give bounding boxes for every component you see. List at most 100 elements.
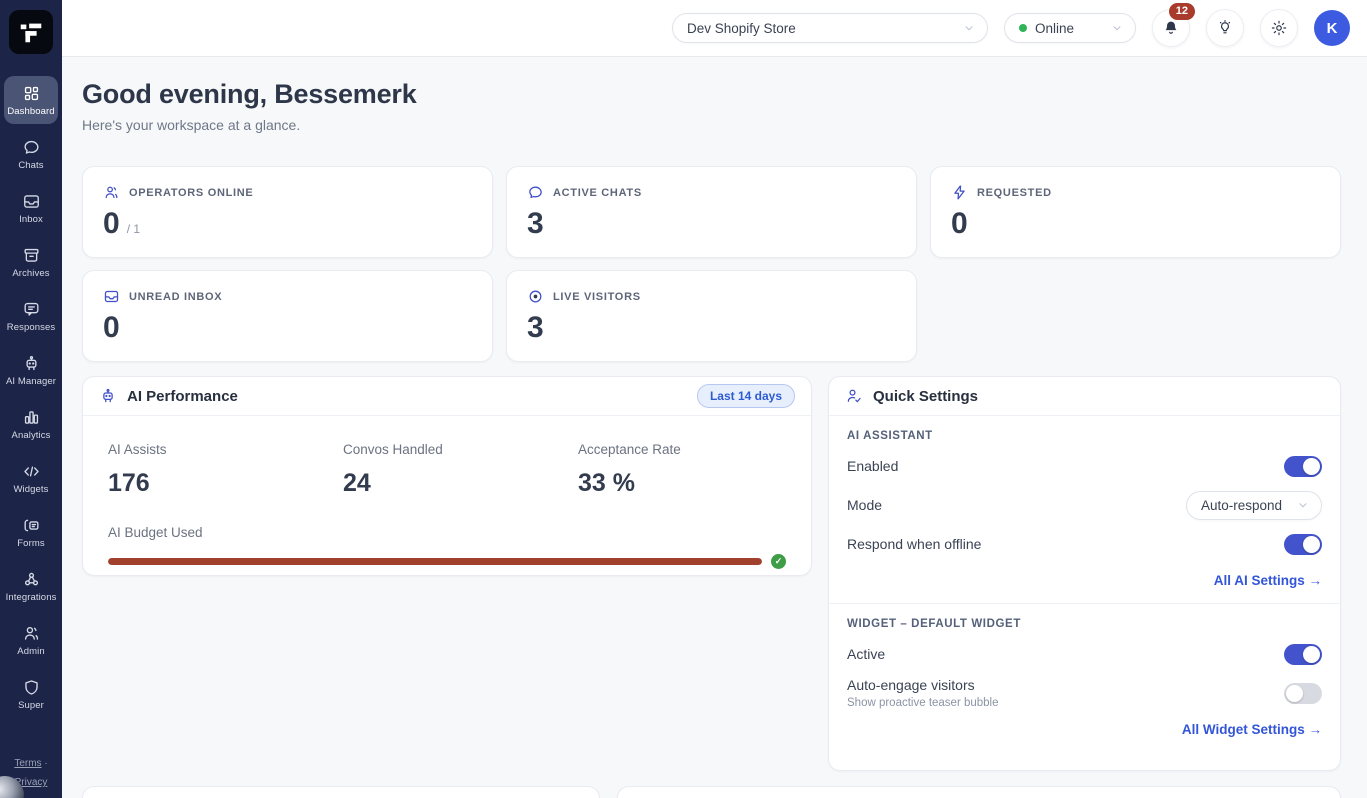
sidebar-item-admin[interactable]: Admin: [4, 616, 58, 664]
lightning-icon: [951, 184, 968, 201]
live-eye-icon: [527, 288, 544, 305]
archive-icon: [22, 246, 41, 265]
mode-select[interactable]: Auto-respond: [1186, 491, 1322, 520]
sidebar-nav: Dashboard Chats Inbox Archives Responses…: [0, 76, 62, 724]
section-divider: [829, 603, 1340, 604]
sidebar-item-inbox[interactable]: Inbox: [4, 184, 58, 232]
stat-card-live-visitors: LIVE VISITORS 3: [506, 270, 917, 362]
metric-label: Convos Handled: [343, 442, 578, 457]
metric-value: 33 %: [578, 469, 786, 498]
sidebar-item-label: Super: [18, 700, 44, 711]
sidebar-item-analytics[interactable]: Analytics: [4, 400, 58, 448]
ai-performance-panel: AI Performance Last 14 days AI Assists 1…: [82, 376, 812, 576]
form-field-icon: [22, 516, 41, 535]
user-avatar[interactable]: K: [1314, 10, 1350, 46]
setting-sublabel: Show proactive teaser bubble: [847, 697, 999, 709]
metric-value: 24: [343, 469, 578, 498]
sidebar-item-forms[interactable]: Forms: [4, 508, 58, 556]
bell-icon: [1162, 19, 1180, 37]
sidebar-item-chats[interactable]: Chats: [4, 130, 58, 178]
chat-bubble-icon: [527, 184, 544, 201]
sidebar-item-label: Integrations: [6, 592, 57, 603]
bottom-row: Team View Team Recent Conversations View…: [82, 786, 1341, 798]
sidebar-item-responses[interactable]: Responses: [4, 292, 58, 340]
stat-suffix: / 1: [127, 222, 140, 236]
sidebar-item-archives[interactable]: Archives: [4, 238, 58, 286]
stat-label: OPERATORS ONLINE: [129, 187, 253, 199]
setting-label: Active: [847, 646, 885, 662]
all-ai-settings-link[interactable]: All AI Settings →: [1214, 573, 1322, 588]
sidebar-item-integrations[interactable]: Integrations: [4, 562, 58, 610]
stat-value: 0: [103, 209, 120, 239]
quick-settings-panel: Quick Settings AI ASSISTANT Enabled Mode…: [828, 376, 1341, 771]
integrations-icon: [22, 570, 41, 589]
stat-value: 3: [527, 209, 544, 239]
app-logo[interactable]: [9, 10, 53, 54]
sidebar-item-dashboard[interactable]: Dashboard: [4, 76, 58, 124]
terms-link[interactable]: Terms: [14, 758, 41, 769]
budget-progress-fill: [108, 558, 762, 565]
online-dot-icon: [1019, 24, 1027, 32]
team-panel: Team View Team: [82, 786, 600, 798]
inbox-icon: [22, 192, 41, 211]
stat-card-operators-online: OPERATORS ONLINE 0 / 1: [82, 166, 493, 258]
widget-active-toggle[interactable]: [1284, 644, 1322, 665]
metric-label: AI Assists: [108, 442, 343, 457]
sidebar-item-super[interactable]: Super: [4, 670, 58, 718]
store-selector-value: Dev Shopify Store: [687, 21, 963, 36]
stat-value: 0: [103, 313, 120, 343]
setting-row-mode: Mode Auto-respond: [847, 487, 1322, 523]
chevron-down-icon: [1297, 499, 1309, 511]
budget-label: AI Budget Used: [108, 525, 786, 540]
tips-button[interactable]: [1206, 9, 1244, 47]
setting-label: Mode: [847, 497, 882, 513]
sidebar-item-label: Widgets: [13, 484, 48, 495]
setting-label: Respond when offline: [847, 536, 981, 552]
section-heading-ai-assistant: AI ASSISTANT: [847, 430, 1322, 442]
responses-icon: [22, 300, 41, 319]
settings-button[interactable]: [1260, 9, 1298, 47]
recent-conversations-panel: Recent Conversations View All: [617, 786, 1341, 798]
sidebar-item-label: Forms: [17, 538, 44, 549]
notification-badge: 12: [1169, 3, 1195, 20]
robot-icon: [99, 387, 117, 405]
stat-label: UNREAD INBOX: [129, 291, 222, 303]
notifications-button[interactable]: 12: [1152, 9, 1190, 47]
sidebar-item-label: Archives: [12, 268, 49, 279]
setting-row-respond-offline: Respond when offline: [847, 526, 1322, 562]
shield-icon: [22, 678, 41, 697]
sidebar-item-ai-manager[interactable]: AI Manager: [4, 346, 58, 394]
topbar: Dev Shopify Store Online 12 K: [62, 0, 1367, 57]
respond-offline-toggle[interactable]: [1284, 534, 1322, 555]
sidebar-item-label: Dashboard: [7, 106, 54, 117]
metric-ai-assists: AI Assists 176: [108, 442, 343, 498]
setting-row-active: Active: [847, 636, 1322, 672]
sidebar-item-label: Chats: [18, 160, 43, 171]
sidebar-item-label: Analytics: [12, 430, 51, 441]
all-widget-settings-link[interactable]: All Widget Settings →: [1182, 722, 1322, 737]
panel-title: Quick Settings: [873, 388, 1324, 405]
stat-label: LIVE VISITORS: [553, 291, 641, 303]
stat-label: REQUESTED: [977, 187, 1052, 199]
metric-acceptance-rate: Acceptance Rate 33 %: [578, 442, 786, 498]
date-range-badge[interactable]: Last 14 days: [697, 384, 795, 408]
store-selector[interactable]: Dev Shopify Store: [672, 13, 988, 43]
stat-card-active-chats: ACTIVE CHATS 3: [506, 166, 917, 258]
bar-chart-icon: [22, 408, 41, 427]
metric-convos-handled: Convos Handled 24: [343, 442, 578, 498]
status-selector[interactable]: Online: [1004, 13, 1136, 43]
footer-separator: ·: [44, 758, 47, 769]
setting-row-enabled: Enabled: [847, 448, 1322, 484]
sidebar-item-widgets[interactable]: Widgets: [4, 454, 58, 502]
enabled-toggle[interactable]: [1284, 456, 1322, 477]
sidebar-item-label: Admin: [17, 646, 44, 657]
stats-grid: OPERATORS ONLINE 0 / 1 ACTIVE CHATS 3: [82, 166, 1341, 362]
ai-metrics: AI Assists 176 Convos Handled 24 Accepta…: [108, 442, 786, 498]
section-heading-widget: WIDGET – DEFAULT WIDGET: [847, 618, 1322, 630]
inbox-icon: [103, 288, 120, 305]
dashboard-icon: [22, 84, 41, 103]
panels-row: AI Performance Last 14 days AI Assists 1…: [82, 376, 1341, 771]
auto-engage-toggle[interactable]: [1284, 683, 1322, 704]
setting-label: Enabled: [847, 458, 898, 474]
sidebar: Dashboard Chats Inbox Archives Responses…: [0, 0, 62, 798]
